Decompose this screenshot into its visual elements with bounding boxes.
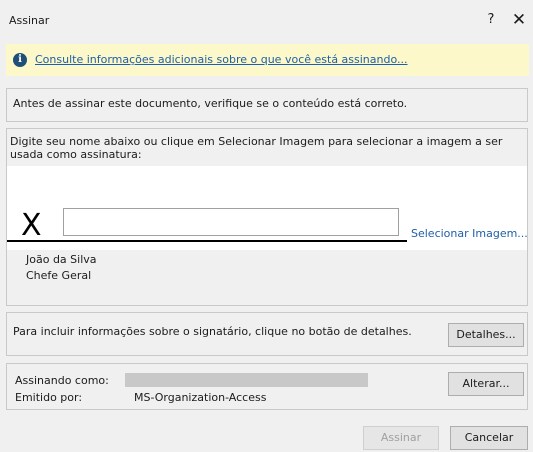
signature-panel: Digite seu nome abaixo ou clique em Sele… <box>6 128 528 306</box>
signer-title: Chefe Geral <box>26 269 92 282</box>
verify-content-panel: Antes de assinar este documento, verifiq… <box>6 88 528 122</box>
select-image-link[interactable]: Selecionar Imagem... <box>411 227 528 240</box>
signature-line <box>7 240 407 242</box>
signature-x-mark: X <box>21 208 42 243</box>
signing-as-label: Assinando como: <box>15 374 109 387</box>
details-button[interactable]: Detalhes... <box>448 323 524 347</box>
signer-details-text: Para incluir informações sobre o signatá… <box>13 325 412 338</box>
signature-name-input[interactable] <box>63 208 399 236</box>
signature-instructions: Digite seu nome abaixo ou clique em Sele… <box>10 135 503 161</box>
sign-button[interactable]: Assinar <box>363 426 439 450</box>
verify-content-text: Antes de assinar este documento, verifiq… <box>13 97 408 110</box>
title-bar: Assinar ? ✕ <box>0 0 533 40</box>
issued-by-label: Emitido por: <box>15 391 83 404</box>
cancel-button[interactable]: Cancelar <box>450 426 528 450</box>
more-info-link[interactable]: Consulte informações adicionais sobre o … <box>35 53 408 66</box>
help-button[interactable]: ? <box>480 10 502 30</box>
issued-by-value: MS-Organization-Access <box>134 391 267 404</box>
signing-as-value-redacted <box>125 373 368 387</box>
signature-area: X Selecionar Imagem... <box>7 166 528 250</box>
info-bar: i Consulte informações adicionais sobre … <box>6 44 529 76</box>
info-icon: i <box>13 53 27 67</box>
signer-name: João da Silva <box>26 253 97 266</box>
dialog-title: Assinar <box>9 14 50 27</box>
change-certificate-button[interactable]: Alterar... <box>448 372 524 396</box>
close-button[interactable]: ✕ <box>508 10 530 30</box>
